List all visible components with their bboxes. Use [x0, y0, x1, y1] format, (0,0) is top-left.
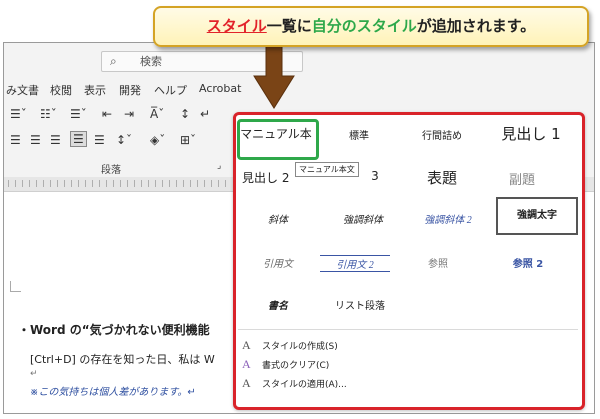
tab-acrobat[interactable]: Acrobat — [199, 82, 241, 95]
callout-banner: スタイル一覧に自分のスタイルが追加されます。 — [153, 6, 589, 47]
callout-part-added: が追加されます。 — [416, 17, 536, 35]
menu-apply-styles[interactable]: A スタイルの適用(A)... — [242, 375, 347, 391]
tab-mailings[interactable]: み文書 — [6, 82, 39, 98]
menu-apply-styles-label: スタイルの適用(A)... — [262, 380, 347, 390]
style-intense-quote[interactable]: 引用文 2 — [320, 255, 390, 272]
style-normal[interactable]: 標準 — [328, 127, 390, 142]
callout-part-mystyle: 自分のスタイル — [311, 17, 417, 35]
style-no-spacing[interactable]: 行間詰め — [406, 127, 478, 142]
asian-layout-icon[interactable]: A̅ˇ — [150, 107, 164, 121]
ribbon-tabs: み文書 校閲 表示 開発 ヘルプ Acrobat — [4, 77, 594, 99]
menu-create-style[interactable]: A スタイルの作成(S) — [242, 337, 338, 353]
style-subtle-reference[interactable]: 参照 — [408, 255, 468, 270]
doc-heading: ・Word の“気づかれない便利機能 — [18, 323, 210, 337]
borders-icon[interactable]: ⊞ˇ — [180, 133, 196, 147]
style-intense-reference[interactable]: 参照 2 — [496, 255, 560, 270]
title-bar: ⌕ 検索 — [4, 43, 594, 77]
decrease-indent-icon[interactable]: ⇤ — [102, 107, 112, 121]
style-strong[interactable]: 強調太字 — [496, 197, 578, 235]
style-emphasis[interactable]: 強調斜体 — [328, 211, 398, 226]
return-mark: ↵ — [30, 369, 38, 379]
style-heading-2[interactable]: 見出し 2 — [242, 169, 302, 186]
paragraph-dialog-launcher-icon[interactable]: ⌟ — [217, 159, 221, 173]
style-heading-1[interactable]: 見出し 1 — [486, 123, 576, 144]
doc-line: [Ctrl+D] の存在を知った日、私は W — [30, 353, 215, 366]
multilevel-list-icon[interactable]: ☰ˇ — [70, 107, 87, 121]
justify-icon[interactable]: ☰ — [70, 131, 87, 147]
search-placeholder: 検索 — [140, 55, 162, 68]
apply-styles-icon: A — [242, 376, 251, 390]
paragraph-group-label: 段落 — [101, 165, 121, 176]
search-icon: ⌕ — [110, 54, 117, 68]
clear-formatting-icon: A — [242, 357, 251, 371]
menu-create-style-label: スタイルの作成(S) — [262, 342, 338, 352]
align-right-icon[interactable]: ☰ — [50, 133, 61, 147]
style-intense-emphasis[interactable]: 強調斜体 2 — [408, 211, 488, 226]
style-book-title[interactable]: 書名 — [248, 297, 308, 312]
align-left-icon[interactable]: ☰ — [10, 133, 21, 147]
align-center-icon[interactable]: ☰ — [30, 133, 41, 147]
style-manual-honbun[interactable]: マニュアル本 — [240, 125, 312, 142]
style-subtitle[interactable]: 副題 — [492, 169, 552, 188]
line-spacing-icon[interactable]: ↕ˇ — [116, 133, 132, 147]
style-quote[interactable]: 引用文 — [248, 255, 308, 270]
sort-icon[interactable]: ↕ — [180, 107, 190, 121]
style-heading-3[interactable]: 3 — [368, 169, 382, 183]
gallery-separator — [238, 329, 578, 330]
callout-part-list: 一覧に — [266, 17, 312, 35]
tab-developer[interactable]: 開発 — [119, 82, 141, 98]
style-list-paragraph[interactable]: リスト段落 — [324, 297, 396, 312]
doc-note: ※この気持ちは個人差があります。↵ — [30, 387, 196, 398]
tab-help[interactable]: ヘルプ — [154, 82, 187, 98]
shading-icon[interactable]: ◈ˇ — [150, 133, 165, 147]
distributed-icon[interactable]: ☰ — [94, 133, 105, 147]
bullets-icon[interactable]: ☰ˇ — [10, 107, 27, 121]
crop-mark — [10, 281, 21, 292]
menu-clear-formatting-label: 書式のクリア(C) — [262, 361, 330, 371]
callout-part-style: スタイル — [206, 17, 267, 35]
style-emphasis-subtle[interactable]: 斜体 — [248, 211, 308, 226]
style-gallery: マニュアル本 標準 行間詰め 見出し 1 見出し 2 3 表題 副題 マニュアル… — [233, 112, 585, 410]
down-arrow-icon — [253, 40, 295, 109]
show-marks-icon[interactable]: ↵ — [200, 107, 210, 121]
tab-view[interactable]: 表示 — [84, 82, 106, 98]
numbering-icon[interactable]: ☷ˇ — [40, 107, 57, 121]
tab-review[interactable]: 校閲 — [50, 82, 72, 98]
style-title[interactable]: 表題 — [412, 167, 472, 188]
increase-indent-icon[interactable]: ⇥ — [124, 107, 134, 121]
style-tooltip: マニュアル本文 — [295, 162, 359, 177]
create-style-icon: A — [242, 338, 251, 352]
menu-clear-formatting[interactable]: A 書式のクリア(C) — [242, 356, 329, 372]
